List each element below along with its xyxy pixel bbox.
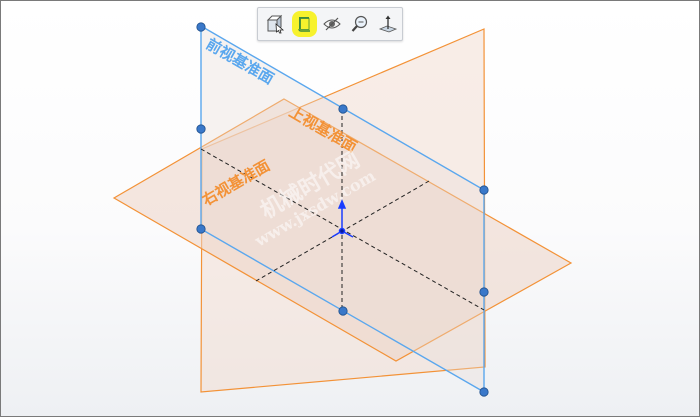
hide-show-icon — [323, 17, 341, 31]
reference-planes-scene[interactable]: 前视基准面 上视基准面 右视基准面 机械时代网 www.jxsdw.com — [1, 1, 699, 416]
view-orientation-button[interactable] — [264, 11, 289, 37]
normal-to-icon — [378, 15, 398, 33]
view-orientation-icon — [266, 14, 285, 34]
normal-to-button[interactable] — [376, 11, 401, 37]
zoom-button[interactable] — [348, 11, 373, 37]
graphics-viewport[interactable]: 前视基准面 上视基准面 右视基准面 机械时代网 www.jxsdw.com — [0, 0, 700, 417]
section-view-icon — [298, 17, 310, 32]
section-view-button[interactable] — [291, 11, 317, 37]
heads-up-view-toolbar — [257, 7, 403, 41]
zoom-icon — [351, 15, 368, 32]
hide-show-button[interactable] — [320, 11, 345, 37]
